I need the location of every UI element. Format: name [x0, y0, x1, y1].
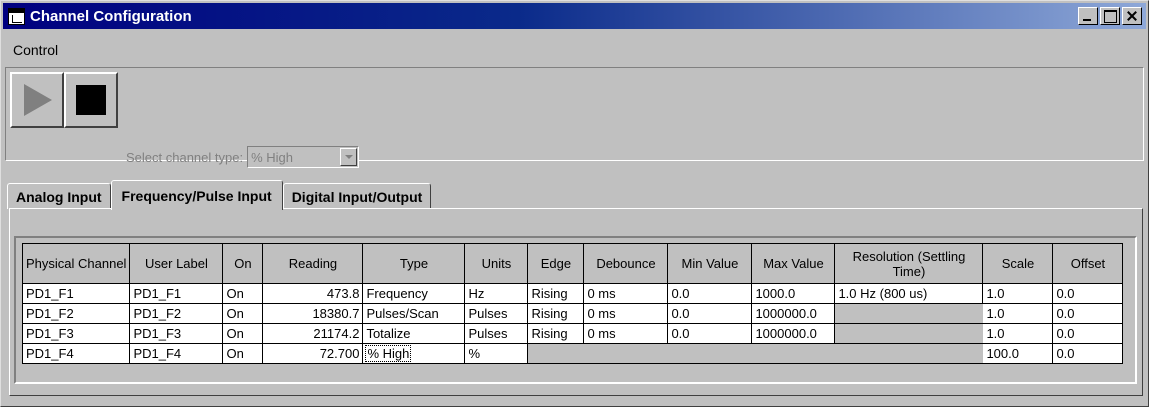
- cell-on[interactable]: On: [222, 303, 264, 324]
- cell-type[interactable]: Totalize: [362, 323, 466, 344]
- chevron-down-icon[interactable]: [340, 148, 358, 166]
- play-icon: [24, 84, 52, 116]
- col-edge[interactable]: Edge: [527, 243, 585, 284]
- cell-max-value[interactable]: 1000.0: [751, 283, 836, 304]
- maximize-icon[interactable]: [1100, 7, 1120, 25]
- cell-max-value: [751, 343, 836, 364]
- cell-min-value: [667, 343, 753, 364]
- cell-scale[interactable]: 100.0: [982, 343, 1054, 364]
- col-physical-channel[interactable]: Physical Channel: [21, 243, 131, 284]
- cell-scale[interactable]: 1.0: [982, 323, 1054, 344]
- window-app-icon[interactable]: [8, 7, 25, 25]
- tab-digital-input-output[interactable]: Digital Input/Output: [282, 183, 432, 209]
- tab-strip: Analog Input Frequency/Pulse Input Digit…: [7, 179, 432, 210]
- cell-edge[interactable]: Rising: [527, 323, 585, 344]
- cell-on[interactable]: On: [222, 323, 264, 344]
- col-reading[interactable]: Reading: [262, 243, 364, 284]
- close-icon[interactable]: [1122, 7, 1142, 25]
- cell-type[interactable]: Pulses/Scan: [362, 303, 466, 324]
- channel-table: Physical Channel User Label On Reading T…: [21, 243, 1124, 364]
- cell-offset[interactable]: 0.0: [1052, 303, 1124, 324]
- cell-physical-channel[interactable]: PD1_F2: [21, 303, 131, 324]
- col-scale[interactable]: Scale: [982, 243, 1054, 284]
- title-bar[interactable]: Channel Configuration: [3, 3, 1146, 29]
- table-row[interactable]: PD1_F2 PD1_F2 On 18380.7 Pulses/Scan Pul…: [21, 303, 1124, 324]
- cell-resolution[interactable]: 1.0 Hz (800 us): [834, 283, 984, 304]
- col-resolution[interactable]: Resolution (Settling Time): [834, 243, 984, 284]
- cell-debounce: [583, 343, 669, 364]
- col-max-value[interactable]: Max Value: [751, 243, 836, 284]
- cell-reading: 72.700: [262, 343, 364, 364]
- menu-control[interactable]: Control: [5, 42, 66, 58]
- col-user-label[interactable]: User Label: [129, 243, 224, 284]
- stop-button[interactable]: [64, 72, 118, 128]
- channel-grid: Physical Channel User Label On Reading T…: [14, 236, 1137, 384]
- cell-resolution: [834, 303, 984, 324]
- table-row[interactable]: PD1_F3 PD1_F3 On 21174.2 Totalize Pulses…: [21, 323, 1124, 344]
- cell-resolution: [834, 323, 984, 344]
- cell-min-value[interactable]: 0.0: [667, 283, 753, 304]
- channel-type-selector: Select channel type: % High: [126, 146, 360, 168]
- col-on[interactable]: On: [222, 243, 264, 284]
- cell-min-value[interactable]: 0.0: [667, 303, 753, 324]
- channel-type-label: Select channel type:: [126, 149, 244, 165]
- cell-debounce[interactable]: 0 ms: [583, 323, 669, 344]
- col-type[interactable]: Type: [362, 243, 466, 284]
- minimize-icon[interactable]: [1078, 7, 1098, 25]
- cell-scale[interactable]: 1.0: [982, 303, 1054, 324]
- col-units[interactable]: Units: [464, 243, 529, 284]
- menu-bar: Control: [5, 39, 66, 61]
- col-min-value[interactable]: Min Value: [667, 243, 753, 284]
- tab-analog-input[interactable]: Analog Input: [7, 183, 111, 209]
- cell-max-value[interactable]: 1000000.0: [751, 303, 836, 324]
- cell-edge[interactable]: Rising: [527, 283, 585, 304]
- cell-physical-channel[interactable]: PD1_F1: [21, 283, 131, 304]
- cell-reading: 18380.7: [262, 303, 364, 324]
- cell-user-label[interactable]: PD1_F4: [129, 343, 224, 364]
- cell-offset[interactable]: 0.0: [1052, 343, 1124, 364]
- cell-type[interactable]: Frequency: [362, 283, 466, 304]
- window-title: Channel Configuration: [30, 7, 192, 25]
- cell-units[interactable]: Pulses: [464, 303, 529, 324]
- cell-user-label[interactable]: PD1_F2: [129, 303, 224, 324]
- tab-panel: Physical Channel User Label On Reading T…: [9, 208, 1143, 396]
- cell-debounce[interactable]: 0 ms: [583, 283, 669, 304]
- channel-type-select[interactable]: % High: [247, 146, 360, 168]
- col-offset[interactable]: Offset: [1052, 243, 1124, 284]
- cell-physical-channel[interactable]: PD1_F4: [21, 343, 131, 364]
- cell-edge[interactable]: Rising: [527, 303, 585, 324]
- table-header-row: Physical Channel User Label On Reading T…: [21, 243, 1124, 284]
- table-row[interactable]: PD1_F1 PD1_F1 On 473.8 Frequency Hz Risi…: [21, 283, 1124, 304]
- channel-configuration-window: Channel Configuration Control Select cha…: [0, 0, 1149, 407]
- cell-units[interactable]: Pulses: [464, 323, 529, 344]
- channel-type-value: % High: [251, 149, 293, 165]
- cell-reading: 21174.2: [262, 323, 364, 344]
- cell-on[interactable]: On: [222, 343, 264, 364]
- cell-resolution: [834, 343, 984, 364]
- cell-reading: 473.8: [262, 283, 364, 304]
- cell-user-label[interactable]: PD1_F3: [129, 323, 224, 344]
- cell-type[interactable]: % High: [362, 343, 466, 364]
- play-button[interactable]: [10, 72, 64, 128]
- cell-edge: [527, 343, 585, 364]
- cell-units[interactable]: Hz: [464, 283, 529, 304]
- cell-units[interactable]: %: [464, 343, 529, 364]
- table-row[interactable]: PD1_F4 PD1_F4 On 72.700 % High % 100.0 0…: [21, 343, 1124, 364]
- cell-on[interactable]: On: [222, 283, 264, 304]
- cell-max-value[interactable]: 1000000.0: [751, 323, 836, 344]
- cell-offset[interactable]: 0.0: [1052, 283, 1124, 304]
- cell-type-value[interactable]: % High: [365, 345, 412, 362]
- cell-offset[interactable]: 0.0: [1052, 323, 1124, 344]
- stop-icon: [76, 85, 106, 115]
- cell-user-label[interactable]: PD1_F1: [129, 283, 224, 304]
- cell-scale[interactable]: 1.0: [982, 283, 1054, 304]
- col-debounce[interactable]: Debounce: [583, 243, 669, 284]
- cell-min-value[interactable]: 0.0: [667, 323, 753, 344]
- cell-debounce[interactable]: 0 ms: [583, 303, 669, 324]
- cell-physical-channel[interactable]: PD1_F3: [21, 323, 131, 344]
- tab-frequency-pulse-input[interactable]: Frequency/Pulse Input: [110, 180, 283, 210]
